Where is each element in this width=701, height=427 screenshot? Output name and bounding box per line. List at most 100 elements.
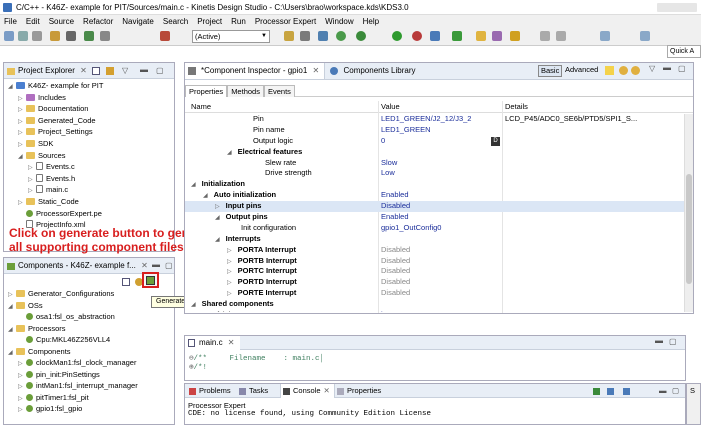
new-icon[interactable] (4, 31, 14, 41)
generate-code-button[interactable] (142, 272, 159, 288)
tree-item[interactable]: ◢ K46Z- example for PIT (4, 80, 174, 92)
collapse-all-icon[interactable] (92, 67, 100, 75)
view-menu-icon[interactable]: ▽ (122, 63, 128, 79)
property-row[interactable]: ◢ Electrical features (185, 147, 684, 158)
tree-item[interactable]: ▷ Static_Code (4, 196, 174, 208)
collapsed-icon[interactable]: ▷ (215, 204, 220, 210)
brush-icon[interactable] (510, 31, 520, 41)
debug-config-icon[interactable] (430, 31, 440, 41)
maximize-icon[interactable]: ▢ (678, 64, 686, 73)
tab-events[interactable]: Events (263, 85, 295, 97)
close-icon[interactable]: ✕ (324, 386, 330, 395)
expanded-icon[interactable]: ◢ (191, 182, 196, 188)
tree-item[interactable]: ▷ Generator_Configurations (4, 288, 174, 300)
flash-icon[interactable] (452, 31, 462, 41)
property-row[interactable]: ▷ PORTA Interrupt Disabled (185, 245, 684, 256)
tree-item[interactable]: ▷ Generated_Code (4, 115, 174, 127)
inspector-scrollbar[interactable] (684, 114, 693, 312)
close-icon[interactable]: ✕ (80, 66, 87, 75)
menu-search[interactable]: Search (163, 15, 188, 28)
menu-processor-expert[interactable]: Processor Expert (255, 15, 316, 28)
forward-icon[interactable] (640, 31, 650, 41)
folder-open-icon[interactable] (476, 31, 486, 41)
basic-mode-button[interactable]: Basic (538, 65, 563, 77)
property-row[interactable]: Pin LED1_GREEN/J2_12/J3_2 LCD_P45/ADC0_SE6… (185, 114, 684, 125)
minimize-icon[interactable]: ▬ (140, 62, 148, 78)
property-value[interactable]: Disabled (381, 245, 410, 256)
property-value[interactable]: intMan1 (381, 310, 408, 312)
edit-icon[interactable] (492, 31, 502, 41)
gear-icon[interactable] (284, 31, 294, 41)
expanded-icon[interactable]: ◢ (191, 302, 196, 308)
tree-item[interactable]: ▷ SDK (4, 138, 174, 150)
maximize-icon[interactable]: ▢ (156, 63, 164, 79)
minimize-icon[interactable]: ▬ (655, 336, 663, 345)
minimize-icon[interactable]: ▬ (152, 257, 160, 273)
column-name[interactable]: Name (191, 101, 211, 113)
tab-main-c[interactable]: main.c ✕ (185, 336, 240, 350)
collapsed-icon[interactable]: ▷ (227, 291, 232, 297)
back-icon[interactable] (619, 66, 628, 75)
property-row[interactable]: ▷ Input pins Disabled (185, 201, 684, 213)
property-value[interactable]: LED1_GREEN (381, 125, 431, 136)
menu-file[interactable]: File (4, 15, 17, 28)
tree-item[interactable]: ▷ clockMan1:fsl_clock_manager (4, 357, 174, 369)
print-icon[interactable] (32, 31, 42, 41)
menu-edit[interactable]: Edit (26, 15, 40, 28)
tab-problems[interactable]: Problems (199, 384, 231, 398)
run-icon[interactable] (392, 31, 402, 41)
collapsed-icon[interactable]: ▷ (227, 269, 232, 275)
maximize-icon[interactable]: ▢ (165, 258, 173, 274)
refresh-icon[interactable] (336, 31, 346, 41)
tree-item[interactable]: ▷ Project_Settings (4, 126, 174, 138)
settings-icon[interactable] (66, 31, 76, 41)
expanded-icon[interactable]: ◢ (215, 237, 220, 243)
tree-item[interactable]: ▷ Events.c (4, 161, 174, 173)
open-console-icon[interactable] (623, 388, 630, 395)
minimized-view-stack[interactable]: S (686, 383, 701, 425)
tree-item[interactable]: ◢ Sources (4, 150, 174, 162)
menu-run[interactable]: Run (231, 15, 246, 28)
property-value[interactable]: Disabled (381, 201, 410, 212)
property-value[interactable]: gpio1_OutConfig0 (381, 223, 441, 234)
pin-console-icon[interactable] (593, 388, 600, 395)
tree-item[interactable]: osa1:fsl_os_abstraction (4, 311, 174, 323)
property-row[interactable]: Pin name LED1_GREEN (185, 125, 684, 136)
tree-item[interactable]: ◢ OSs (4, 300, 174, 312)
property-value[interactable]: 0 (381, 136, 385, 147)
tab-tasks[interactable]: Tasks (249, 384, 268, 398)
column-value[interactable]: Value (381, 101, 400, 113)
property-value[interactable]: Disabled (381, 266, 410, 277)
close-icon[interactable]: ✕ (228, 338, 235, 347)
property-value[interactable]: Disabled (381, 277, 410, 288)
property-value[interactable]: Disabled (381, 288, 410, 299)
project-explorer-header[interactable]: Project Explorer ✕ ▽ ▬ ▢ (4, 63, 174, 79)
property-value[interactable]: Enabled (381, 190, 409, 201)
collapsed-icon[interactable]: ▷ (227, 248, 232, 254)
search-icon[interactable] (100, 31, 110, 41)
tab-properties[interactable]: Properties (347, 384, 381, 398)
tree-item[interactable]: ▷ gpio1:fsl_gpio (4, 403, 174, 415)
property-row[interactable]: Drive strength Low (185, 168, 684, 179)
collapse-all-icon[interactable] (122, 278, 130, 286)
property-row[interactable]: Slew rate Slow (185, 158, 684, 169)
build-config-select[interactable]: (Active) ▼ (192, 30, 270, 43)
bug-icon[interactable] (160, 31, 170, 41)
property-row[interactable]: ▷ PORTC Interrupt Disabled (185, 266, 684, 277)
tree-item[interactable]: ▷ pitTimer1:fsl_pit (4, 392, 174, 404)
tree-item[interactable]: ▷ Events.h (4, 173, 174, 185)
property-row[interactable]: ▷ PORTD Interrupt Disabled (185, 277, 684, 288)
menu-help[interactable]: Help (363, 15, 379, 28)
expanded-icon[interactable]: ◢ (203, 193, 208, 199)
tab-component-inspector[interactable]: *Component Inspector - gpio1 ✕ (185, 63, 326, 79)
tree-item[interactable]: ▷ Includes (4, 92, 174, 104)
default-value-button[interactable]: D (491, 136, 500, 146)
maximize-icon[interactable]: ▢ (672, 384, 679, 398)
property-row[interactable]: ◢ Output pins Enabled (185, 212, 684, 223)
tab-methods[interactable]: Methods (227, 85, 264, 97)
scrollbar-thumb[interactable] (686, 174, 692, 284)
save-icon[interactable] (18, 31, 28, 41)
property-value[interactable]: Enabled (381, 212, 409, 223)
collapsed-icon[interactable]: ▷ (18, 405, 26, 417)
code-line[interactable]: ⊖/** Filename : main.c│ (189, 353, 324, 363)
